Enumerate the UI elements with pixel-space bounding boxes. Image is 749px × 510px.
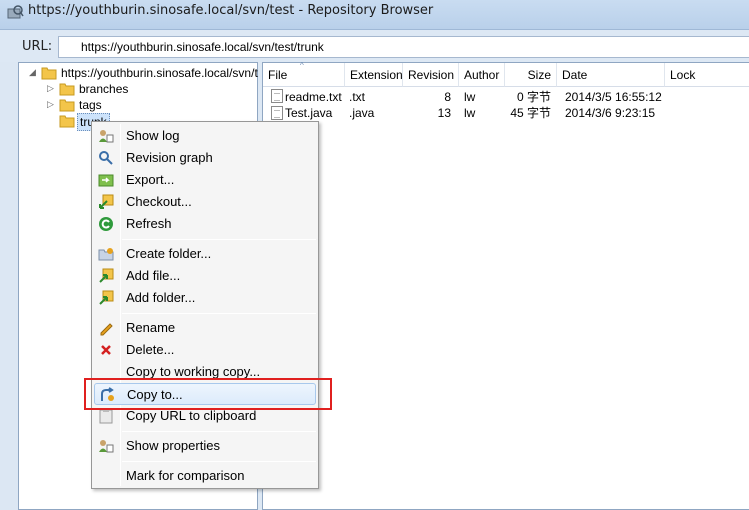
java-file-icon: [271, 106, 283, 120]
menu-item-revision-graph[interactable]: Revision graph: [94, 147, 316, 169]
show-log-icon: [99, 130, 114, 143]
text-file-icon: [271, 89, 283, 103]
menu-item-export[interactable]: Export...: [94, 169, 316, 191]
add-file-icon: [99, 268, 114, 283]
menu-item-create-folder[interactable]: Create folder...: [94, 243, 316, 265]
revision-graph-icon: [99, 151, 113, 165]
cell-size: 0 字节: [516, 90, 551, 104]
cell-file: Test.java: [285, 106, 333, 120]
create-folder-icon: [98, 248, 114, 261]
column-header-extension[interactable]: Extension: [345, 63, 403, 87]
expand-arrow-icon[interactable]: ▷: [47, 99, 57, 109]
cell-file: readme.txt: [285, 90, 342, 104]
checkout-icon: [99, 194, 114, 209]
tree-node-root[interactable]: ◢ https://youthburin.sinosafe.local/svn/…: [29, 65, 264, 81]
tree-node-branches[interactable]: ▷ branches: [47, 81, 247, 97]
add-folder-icon: [99, 290, 114, 305]
repo-browser-icon: [7, 5, 24, 19]
menu-item-copy-to[interactable]: Copy to...: [94, 383, 316, 405]
menu-separator: [122, 313, 316, 314]
menu-separator: [122, 431, 316, 432]
refresh-icon: [99, 217, 113, 231]
column-header-revision[interactable]: Revision: [403, 63, 459, 87]
title-bar: https://youthburin.sinosafe.local/svn/te…: [0, 0, 749, 30]
context-menu: Show log Revision graph Export... Checko…: [91, 121, 319, 489]
cell-extension: .java: [349, 106, 375, 120]
cell-size: 45 字节: [510, 106, 551, 120]
file-list[interactable]: ^ File Extension Revision Author Size Da…: [262, 61, 749, 510]
window-title: https://youthburin.sinosafe.local/svn/te…: [28, 3, 434, 18]
menu-item-refresh[interactable]: Refresh: [94, 213, 316, 235]
column-header-file[interactable]: ^ File: [263, 61, 345, 87]
folder-icon: [59, 115, 75, 128]
menu-item-rename[interactable]: Rename: [94, 317, 316, 339]
menu-item-checkout[interactable]: Checkout...: [94, 191, 316, 213]
column-header-date[interactable]: Date: [557, 63, 665, 87]
column-header-size[interactable]: Size: [505, 63, 557, 87]
url-input[interactable]: https://youthburin.sinosafe.local/svn/te…: [58, 36, 749, 58]
folder-icon: [59, 99, 75, 112]
folder-icon: [59, 83, 75, 96]
sort-ascending-icon: ^: [300, 61, 304, 70]
menu-item-show-properties[interactable]: Show properties: [94, 435, 316, 457]
tree-node-label: branches: [79, 82, 129, 96]
collapse-arrow-icon[interactable]: ◢: [29, 67, 39, 77]
menu-item-add-file[interactable]: Add file...: [94, 265, 316, 287]
menu-item-copy-url[interactable]: Copy URL to clipboard: [94, 405, 316, 427]
copy-to-icon: [101, 387, 114, 401]
menu-item-delete[interactable]: Delete...: [94, 339, 316, 361]
menu-item-show-log[interactable]: Show log: [94, 125, 316, 147]
menu-item-add-folder[interactable]: Add folder...: [94, 287, 316, 309]
cell-author: lw: [464, 106, 476, 120]
cell-revision: 8: [444, 90, 451, 104]
folder-icon: [41, 67, 57, 80]
menu-item-mark-for-comparison[interactable]: Mark for comparison: [94, 465, 316, 487]
cell-author: lw: [464, 90, 476, 104]
delete-icon: [101, 345, 111, 355]
column-header-lock[interactable]: Lock: [665, 63, 749, 87]
cell-date: 2014/3/6 9:23:15: [565, 106, 656, 120]
cell-extension: .txt: [349, 90, 366, 104]
export-icon: [98, 174, 114, 187]
menu-separator: [122, 461, 316, 462]
url-label: URL:: [22, 39, 53, 54]
menu-separator: [122, 239, 316, 240]
column-header-author[interactable]: Author: [459, 63, 505, 87]
copy-url-icon: [99, 409, 113, 424]
expand-arrow-icon[interactable]: ▷: [47, 83, 57, 93]
cell-date: 2014/3/5 16:55:12: [565, 90, 662, 104]
cell-revision: 13: [437, 106, 451, 120]
menu-item-copy-to-working-copy[interactable]: Copy to working copy...: [94, 361, 316, 383]
show-properties-icon: [99, 440, 114, 453]
tree-node-label: tags: [79, 98, 102, 112]
tree-node-tags[interactable]: ▷ tags: [47, 97, 247, 113]
tree-root-label: https://youthburin.sinosafe.local/svn/te: [61, 66, 265, 80]
rename-icon: [100, 323, 113, 336]
